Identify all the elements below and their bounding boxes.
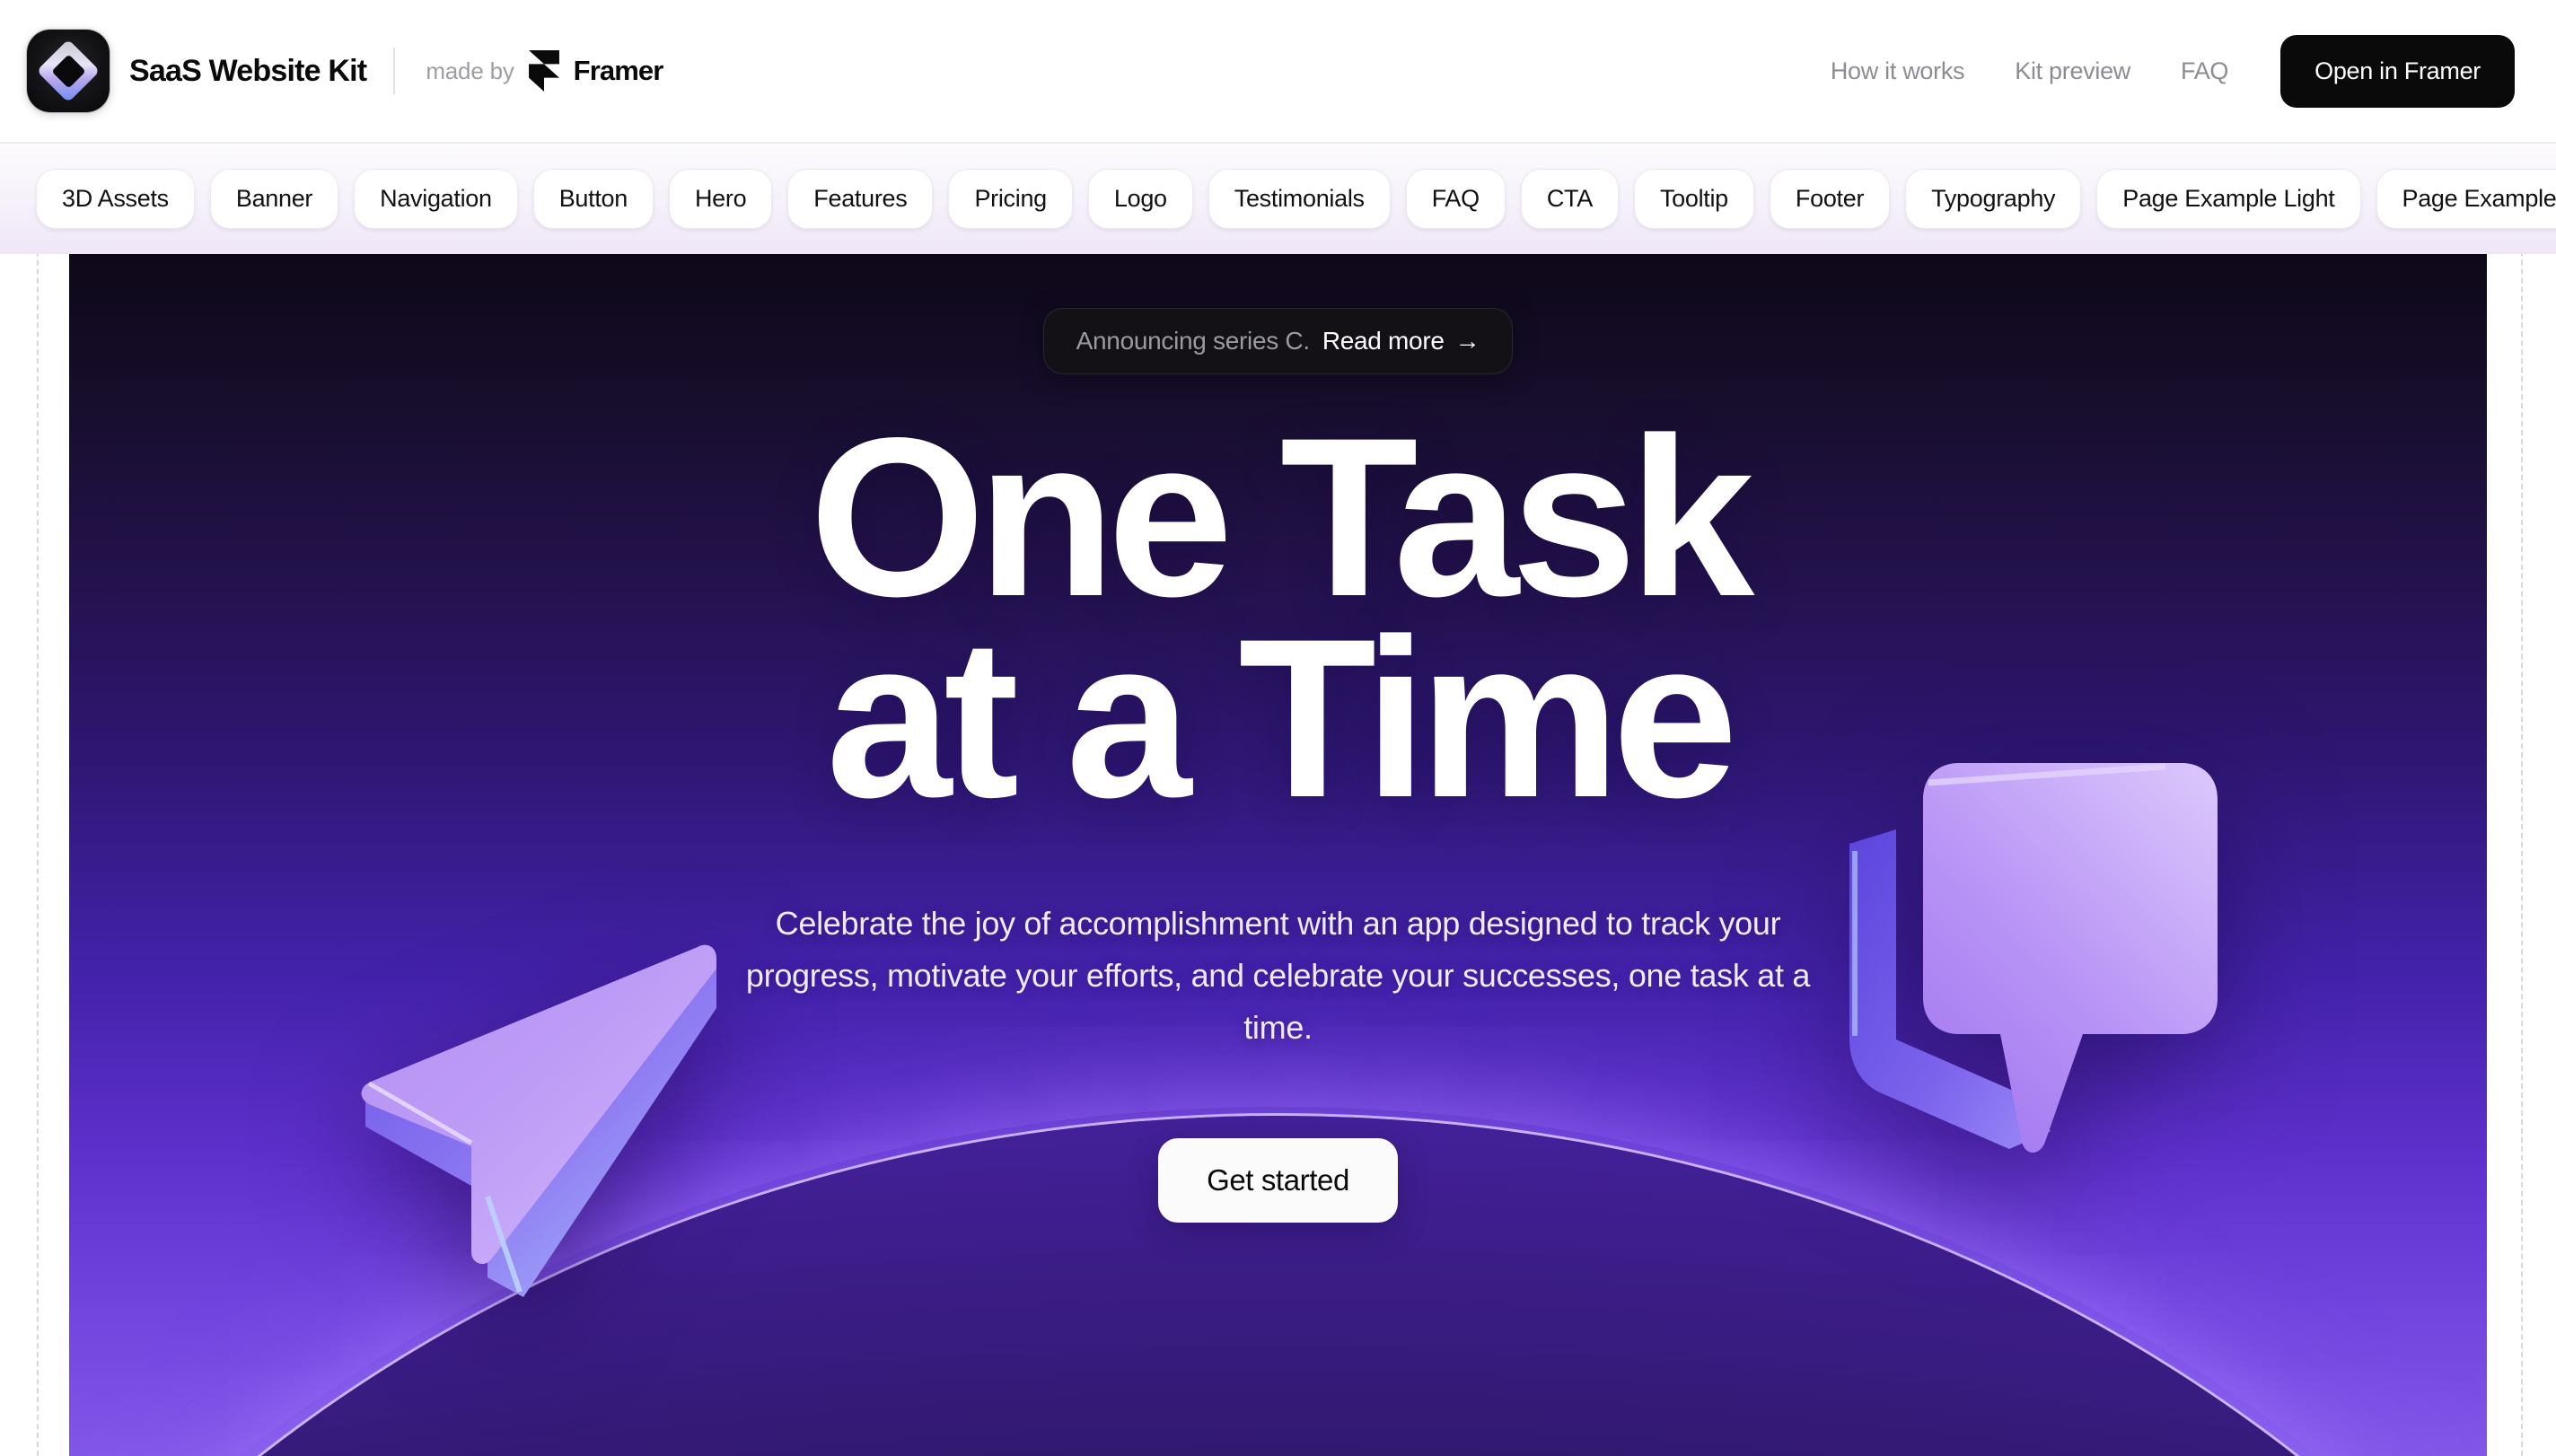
chip-tooltip[interactable]: Tooltip <box>1633 169 1754 229</box>
hero-subtitle: Celebrate the joy of accomplishment with… <box>745 904 1811 1047</box>
arrow-right-icon: → <box>1454 327 1480 355</box>
diamond-logo-icon <box>27 30 110 112</box>
chip-3d-assets[interactable]: 3D Assets <box>36 169 195 229</box>
open-in-framer-button[interactable]: Open in Framer <box>2280 34 2515 108</box>
hero-preview-frame: Announcing series C. Read more → One Tas… <box>0 254 2556 1456</box>
chip-cta[interactable]: CTA <box>1520 169 1619 229</box>
announcement-link-label: Read more <box>1322 327 1445 355</box>
hero-headline: One Task at a Time <box>810 405 1755 846</box>
primary-nav: How it works Kit preview FAQ Open in Fra… <box>1805 34 2515 108</box>
nav-link-kit-preview[interactable]: Kit preview <box>1989 57 2156 85</box>
chip-features[interactable]: Features <box>787 169 934 229</box>
framer-name: Framer <box>573 55 664 86</box>
brand-name: SaaS Website Kit <box>129 53 367 88</box>
framer-lockup[interactable]: Framer <box>528 50 664 92</box>
hero-headline-line-2: at a Time <box>826 592 1738 846</box>
get-started-button[interactable]: Get started <box>1158 1138 1398 1224</box>
chip-testimonials[interactable]: Testimonials <box>1208 169 1391 229</box>
chip-navigation[interactable]: Navigation <box>354 169 518 229</box>
hero-section: Announcing series C. Read more → One Tas… <box>69 254 2487 1456</box>
chip-hero[interactable]: Hero <box>668 169 773 229</box>
category-chip-bar: 3D Assets Banner Navigation Button Hero … <box>0 142 2556 254</box>
hero-content: Announcing series C. Read more → One Tas… <box>69 254 2487 1456</box>
chip-page-example-light[interactable]: Page Example Light <box>2096 169 2361 229</box>
chip-footer[interactable]: Footer <box>1769 169 1891 229</box>
announcement-read-more-link[interactable]: Read more → <box>1322 327 1480 355</box>
nav-link-how-it-works[interactable]: How it works <box>1805 57 1989 85</box>
announcement-text: Announcing series C. <box>1076 327 1310 355</box>
nav-link-faq[interactable]: FAQ <box>2156 57 2253 85</box>
site-header: SaaS Website Kit made by Framer How it w… <box>0 0 2556 142</box>
chip-typography[interactable]: Typography <box>1905 169 2082 229</box>
chip-logo[interactable]: Logo <box>1087 169 1193 229</box>
chip-faq[interactable]: FAQ <box>1405 169 1506 229</box>
chip-page-example-dark[interactable]: Page Example Dark <box>2376 169 2556 229</box>
chip-pricing[interactable]: Pricing <box>948 169 1073 229</box>
chip-banner[interactable]: Banner <box>209 169 339 229</box>
made-by-label: made by <box>426 57 514 84</box>
header-divider <box>393 48 396 94</box>
chip-button[interactable]: Button <box>532 169 654 229</box>
framer-logo-icon <box>528 50 559 92</box>
announcement-badge[interactable]: Announcing series C. Read more → <box>1042 308 1514 374</box>
brand-lockup[interactable]: SaaS Website Kit <box>27 30 367 112</box>
